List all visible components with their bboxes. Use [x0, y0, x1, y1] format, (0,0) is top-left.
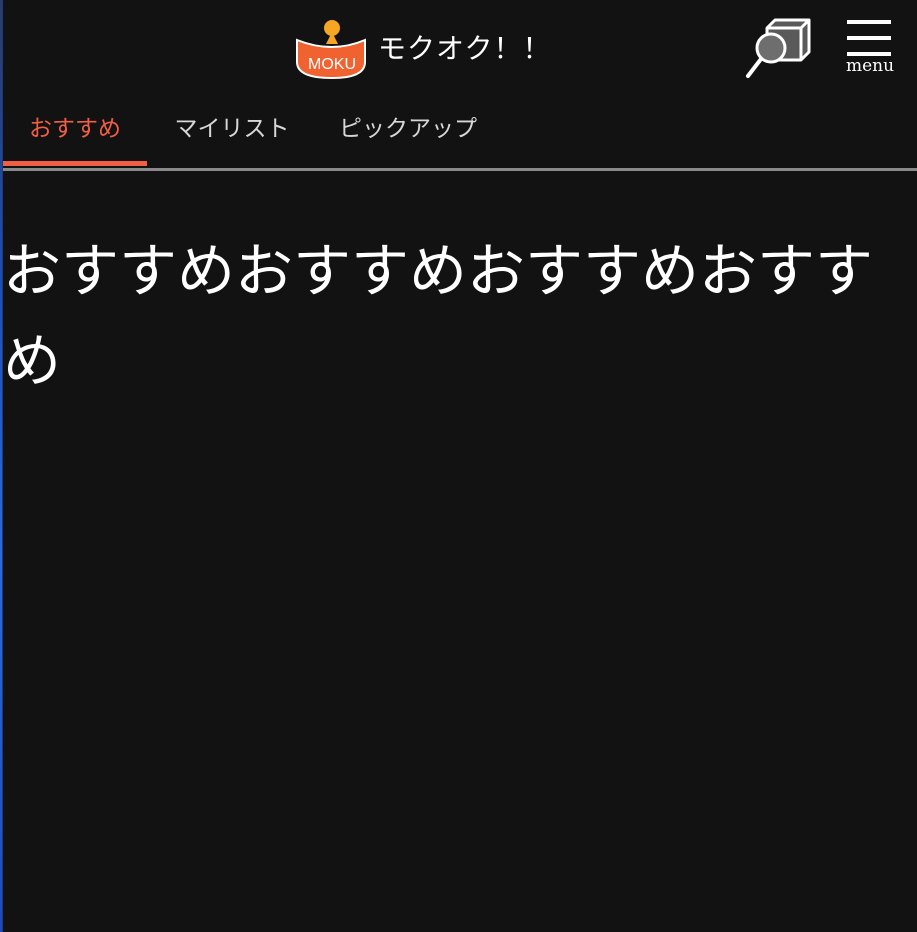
tab-label: おすすめ — [29, 116, 121, 142]
tab-bar: おすすめ マイリスト ピックアップ — [3, 96, 917, 170]
menu-button[interactable]: menu — [843, 16, 899, 80]
site-header: MOKU モクオク！！ menu — [3, 0, 917, 96]
tab-label: マイリスト — [174, 116, 290, 142]
menu-label: menu — [845, 56, 895, 76]
search-button[interactable] — [743, 16, 813, 80]
tab-recommended[interactable]: おすすめ — [3, 96, 147, 166]
hamburger-icon — [847, 20, 891, 56]
logo-text: MOKU — [308, 56, 356, 73]
app-root: MOKU モクオク！！ menu おすすめ マイリスト ピックアップ おすすめお… — [3, 0, 917, 932]
search-product-icon — [746, 18, 811, 78]
tab-mylist[interactable]: マイリスト — [160, 96, 304, 166]
main-content: おすすめおすすめおすすめおすすめ — [3, 226, 903, 406]
tab-label: ピックアップ — [339, 116, 477, 142]
moku-logo: MOKU — [296, 20, 366, 80]
site-title: モクオク！！ — [378, 32, 552, 65]
brand-home-link[interactable]: MOKU モクオク！！ — [294, 18, 551, 80]
tab-divider — [3, 168, 917, 171]
content-heading: おすすめおすすめおすすめおすすめ — [3, 237, 874, 395]
tab-pickup[interactable]: ピックアップ — [328, 96, 488, 166]
active-tab-indicator — [3, 161, 147, 166]
